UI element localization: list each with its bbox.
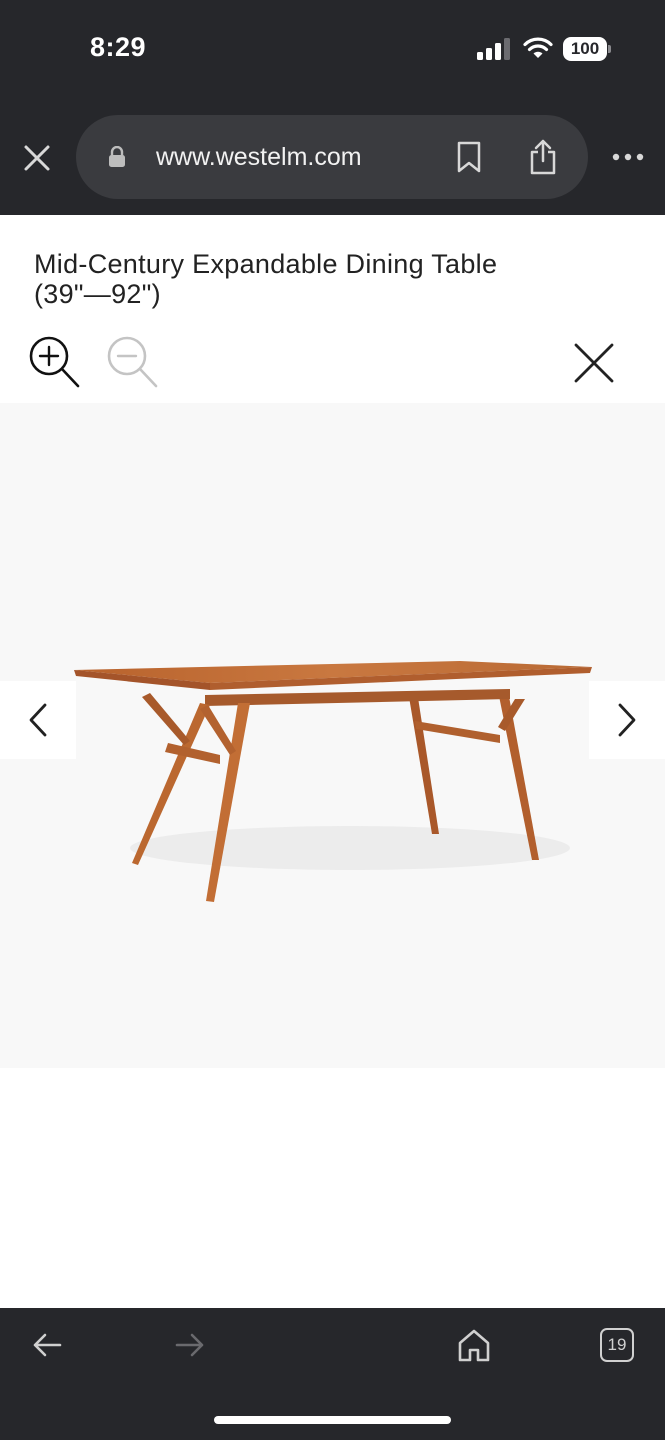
previous-image-button[interactable]: [0, 681, 76, 759]
home-icon[interactable]: [457, 1328, 491, 1362]
close-icon[interactable]: [22, 143, 52, 173]
browser-address-area: www.westelm.com: [0, 100, 665, 215]
share-icon[interactable]: [528, 139, 558, 175]
next-image-button[interactable]: [589, 681, 665, 759]
tab-switcher-button[interactable]: 19: [600, 1328, 634, 1362]
status-time: 8:29: [90, 32, 147, 62]
arrow-left-icon[interactable]: [32, 1332, 62, 1358]
zoom-out-icon[interactable]: [106, 336, 160, 390]
url-text[interactable]: www.westelm.com: [156, 143, 362, 172]
chevron-left-icon: [29, 703, 47, 737]
lock-icon: [109, 146, 125, 167]
product-title: Mid-Century Expandable Dining Table (39"…: [34, 249, 498, 309]
product-image: [74, 661, 592, 902]
arrow-right-icon[interactable]: [175, 1332, 205, 1358]
browser-toolbar: 19: [0, 1308, 665, 1440]
chevron-right-icon: [618, 703, 636, 737]
battery-tip: [608, 45, 611, 53]
wifi-icon: [523, 37, 553, 58]
product-zoom-modal: Mid-Century Expandable Dining Table (39"…: [0, 215, 665, 1308]
zoom-in-icon[interactable]: [28, 336, 82, 390]
close-icon[interactable]: [574, 343, 614, 383]
status-bar: 8:29 100: [0, 0, 665, 100]
home-indicator[interactable]: [214, 1416, 451, 1424]
cellular-signal-icon: [477, 38, 510, 60]
bookmark-icon[interactable]: [456, 141, 482, 173]
more-icon[interactable]: [612, 153, 644, 161]
battery-indicator: 100: [563, 37, 607, 61]
address-bar[interactable]: www.westelm.com: [76, 115, 588, 199]
product-image-viewer[interactable]: [0, 403, 665, 1068]
